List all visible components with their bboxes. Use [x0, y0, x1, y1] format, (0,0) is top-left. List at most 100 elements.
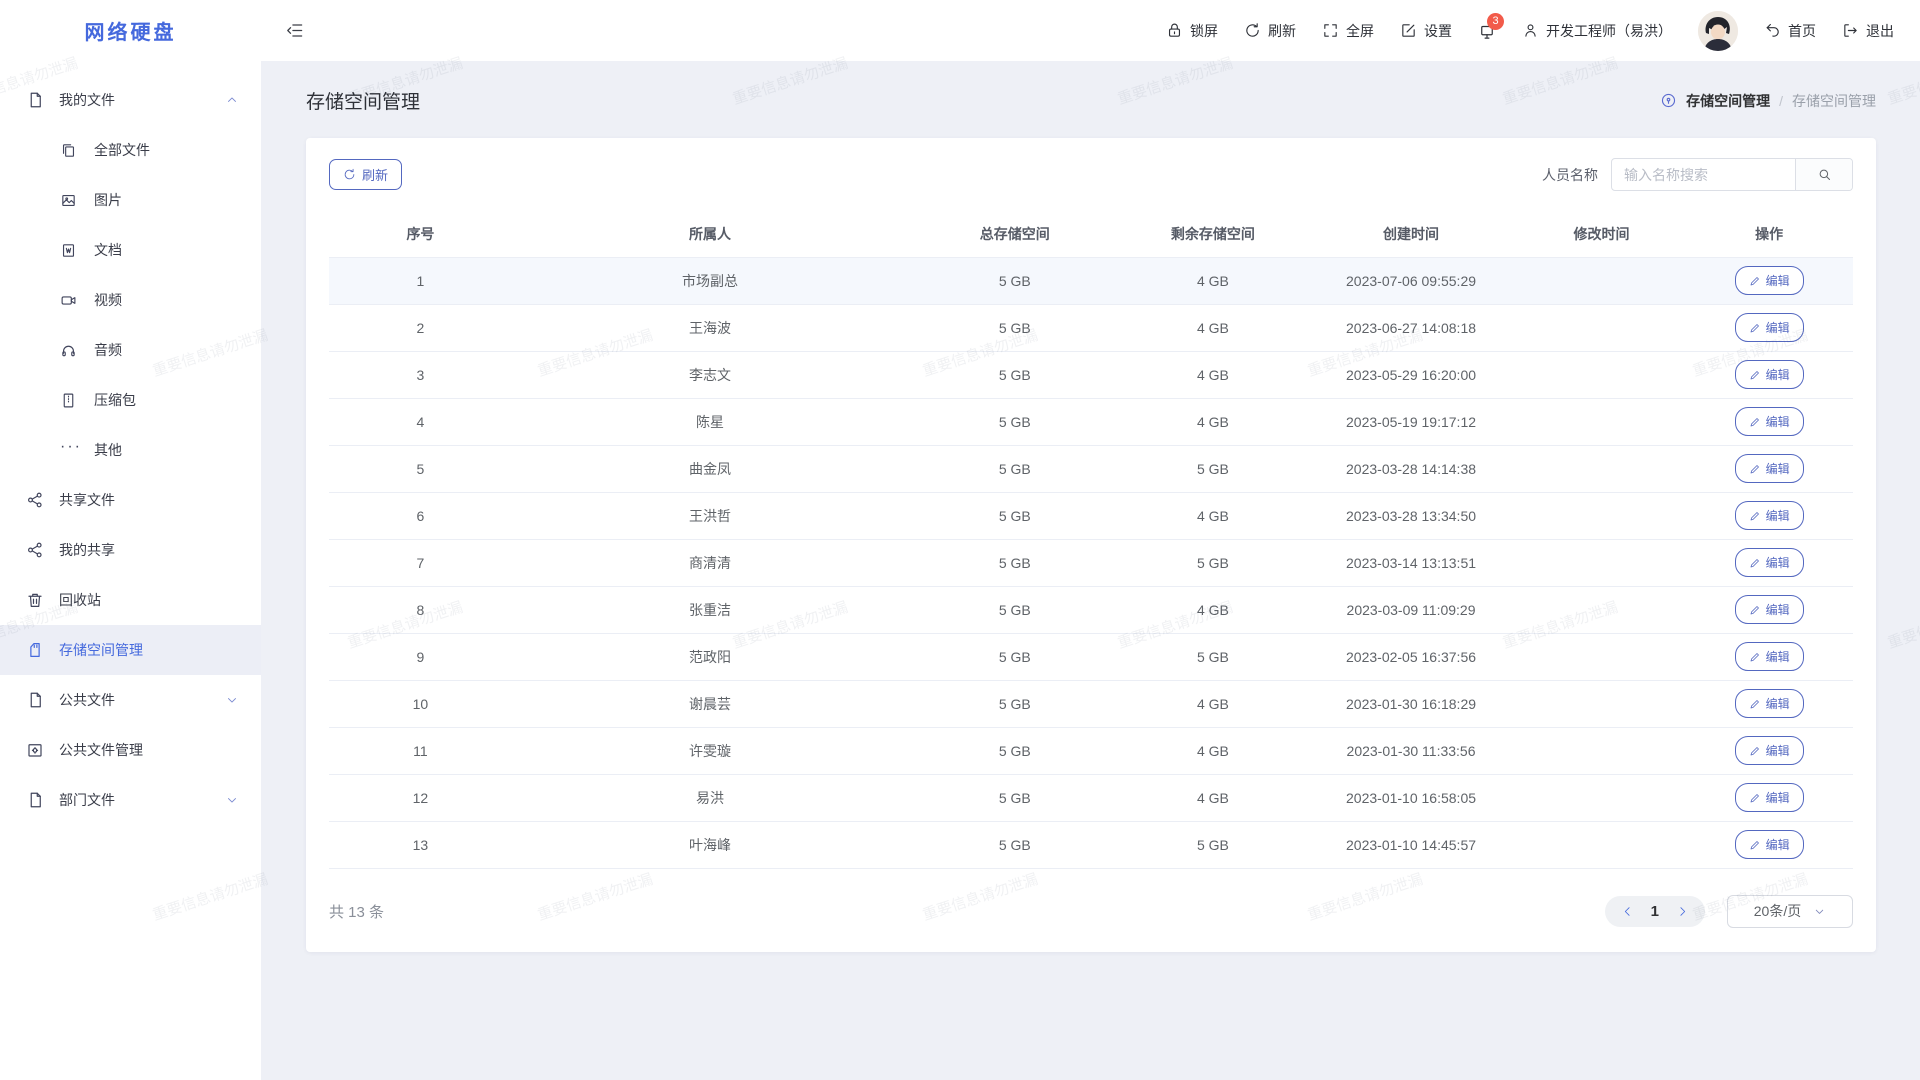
cell-actions: 编辑	[1685, 257, 1853, 304]
cell-index: 4	[329, 398, 512, 445]
search-input[interactable]	[1612, 159, 1795, 190]
cell-owner: 曲金凤	[512, 445, 908, 492]
edit-button[interactable]: 编辑	[1735, 548, 1804, 577]
sidebar-item-archives[interactable]: 压缩包	[0, 375, 261, 425]
refresh-page-button[interactable]: 刷新	[1244, 21, 1296, 41]
lock-icon	[1166, 22, 1183, 39]
table-row[interactable]: 13 叶海峰 5 GB 5 GB 2023-01-10 14:45:57 编辑	[329, 821, 1853, 868]
cell-created-time: 2023-03-28 13:34:50	[1304, 492, 1517, 539]
sidebar-item-shared-files[interactable]: 共享文件	[0, 475, 261, 525]
cell-free-space: 4 GB	[1121, 398, 1304, 445]
fullscreen-button[interactable]: 全屏	[1322, 21, 1374, 41]
total-count: 共 13 条	[329, 901, 384, 922]
table-row[interactable]: 12 易洪 5 GB 4 GB 2023-01-10 16:58:05 编辑	[329, 774, 1853, 821]
edit-button[interactable]: 编辑	[1735, 830, 1804, 859]
edit-button[interactable]: 编辑	[1735, 783, 1804, 812]
table-row[interactable]: 5 曲金凤 5 GB 5 GB 2023-03-28 14:14:38 编辑	[329, 445, 1853, 492]
table-row[interactable]: 11 许雯璇 5 GB 4 GB 2023-01-30 11:33:56 编辑	[329, 727, 1853, 774]
sidebar-item-my-shares[interactable]: 我的共享	[0, 525, 261, 575]
chevron-up-icon	[225, 93, 239, 107]
cell-index: 6	[329, 492, 512, 539]
settings-icon	[1400, 22, 1417, 39]
edit-button[interactable]: 编辑	[1735, 736, 1804, 765]
logout-button[interactable]: 退出	[1842, 21, 1894, 41]
avatar[interactable]	[1698, 11, 1738, 51]
sidebar-item-documents[interactable]: 文档	[0, 225, 261, 275]
sidebar-item-label: 我的文件	[59, 90, 225, 110]
cell-actions: 编辑	[1685, 492, 1853, 539]
refresh-table-button[interactable]: 刷新	[329, 159, 402, 190]
lock-screen-button[interactable]: 锁屏	[1166, 21, 1218, 41]
current-page[interactable]: 1	[1641, 903, 1669, 920]
sidebar-item-label: 存储空间管理	[59, 640, 239, 660]
collapse-sidebar-icon[interactable]	[285, 21, 304, 40]
cell-owner: 市场副总	[512, 257, 908, 304]
cell-created-time: 2023-01-10 16:58:05	[1304, 774, 1517, 821]
share-icon	[26, 541, 44, 559]
refresh-icon	[1244, 22, 1261, 39]
table-row[interactable]: 1 市场副总 5 GB 4 GB 2023-07-06 09:55:29 编辑	[329, 257, 1853, 304]
page-size-select[interactable]: 20条/页	[1727, 895, 1853, 928]
edit-button[interactable]: 编辑	[1735, 360, 1804, 389]
cell-index: 8	[329, 586, 512, 633]
sidebar-item-public-files[interactable]: 公共文件	[0, 675, 261, 725]
edit-button[interactable]: 编辑	[1735, 689, 1804, 718]
pencil-icon	[1749, 745, 1761, 757]
sidebar-item-others[interactable]: ··· 其他	[0, 425, 261, 475]
edit-button[interactable]: 编辑	[1735, 407, 1804, 436]
cell-total-space: 5 GB	[908, 445, 1121, 492]
cell-total-space: 5 GB	[908, 586, 1121, 633]
sidebar-item-all-files[interactable]: 全部文件	[0, 125, 261, 175]
settings-button[interactable]: 设置	[1400, 21, 1452, 41]
edit-button[interactable]: 编辑	[1735, 313, 1804, 342]
edit-button[interactable]: 编辑	[1735, 595, 1804, 624]
edit-label: 编辑	[1766, 554, 1790, 571]
sidebar-item-department-files[interactable]: 部门文件	[0, 775, 261, 825]
table-row[interactable]: 10 谢晨芸 5 GB 4 GB 2023-01-30 16:18:29 编辑	[329, 680, 1853, 727]
cell-modified-time	[1518, 774, 1686, 821]
notifications-button[interactable]: 3	[1478, 22, 1496, 40]
table-row[interactable]: 2 王海波 5 GB 4 GB 2023-06-27 14:08:18 编辑	[329, 304, 1853, 351]
sidebar-item-label: 公共文件管理	[59, 740, 239, 760]
table-row[interactable]: 6 王洪哲 5 GB 4 GB 2023-03-28 13:34:50 编辑	[329, 492, 1853, 539]
sidebar-item-label: 其他	[94, 440, 239, 460]
sidebar-item-videos[interactable]: 视频	[0, 275, 261, 325]
sidebar-item-audio[interactable]: 音频	[0, 325, 261, 375]
user-role[interactable]: 开发工程师（易洪）	[1522, 21, 1672, 41]
sidebar-item-my-files[interactable]: 我的文件	[0, 75, 261, 125]
cell-owner: 陈星	[512, 398, 908, 445]
home-button[interactable]: 首页	[1764, 21, 1816, 41]
edit-button[interactable]: 编辑	[1735, 454, 1804, 483]
cell-actions: 编辑	[1685, 727, 1853, 774]
sidebar-item-storage-management[interactable]: 存储空间管理	[0, 625, 261, 675]
sidebar-item-recycle-bin[interactable]: 回收站	[0, 575, 261, 625]
cell-modified-time	[1518, 492, 1686, 539]
column-header: 剩余存储空间	[1121, 211, 1304, 257]
table-row[interactable]: 9 范政阳 5 GB 5 GB 2023-02-05 16:37:56 编辑	[329, 633, 1853, 680]
column-header: 创建时间	[1304, 211, 1517, 257]
edit-button[interactable]: 编辑	[1735, 642, 1804, 671]
cell-index: 1	[329, 257, 512, 304]
prev-page-button[interactable]	[1615, 896, 1641, 927]
next-page-button[interactable]	[1669, 896, 1695, 927]
refresh-table-label: 刷新	[362, 165, 388, 184]
search-button[interactable]	[1795, 159, 1852, 190]
table-row[interactable]: 4 陈星 5 GB 4 GB 2023-05-19 19:17:12 编辑	[329, 398, 1853, 445]
sidebar-item-public-files-management[interactable]: 公共文件管理	[0, 725, 261, 775]
files-icon	[60, 142, 77, 159]
table-row[interactable]: 8 张重洁 5 GB 4 GB 2023-03-09 11:09:29 编辑	[329, 586, 1853, 633]
sidebar-item-pictures[interactable]: 图片	[0, 175, 261, 225]
edit-button[interactable]: 编辑	[1735, 501, 1804, 530]
cell-owner: 叶海峰	[512, 821, 908, 868]
edit-label: 编辑	[1766, 366, 1790, 383]
cell-index: 9	[329, 633, 512, 680]
zip-file-icon	[60, 392, 77, 409]
pencil-icon	[1749, 322, 1761, 334]
column-header: 操作	[1685, 211, 1853, 257]
pencil-icon	[1749, 792, 1761, 804]
edit-button[interactable]: 编辑	[1735, 266, 1804, 295]
table-row[interactable]: 3 李志文 5 GB 4 GB 2023-05-29 16:20:00 编辑	[329, 351, 1853, 398]
breadcrumb-item[interactable]: 存储空间管理	[1686, 91, 1770, 111]
table-row[interactable]: 7 商清清 5 GB 5 GB 2023-03-14 13:13:51 编辑	[329, 539, 1853, 586]
cell-index: 10	[329, 680, 512, 727]
